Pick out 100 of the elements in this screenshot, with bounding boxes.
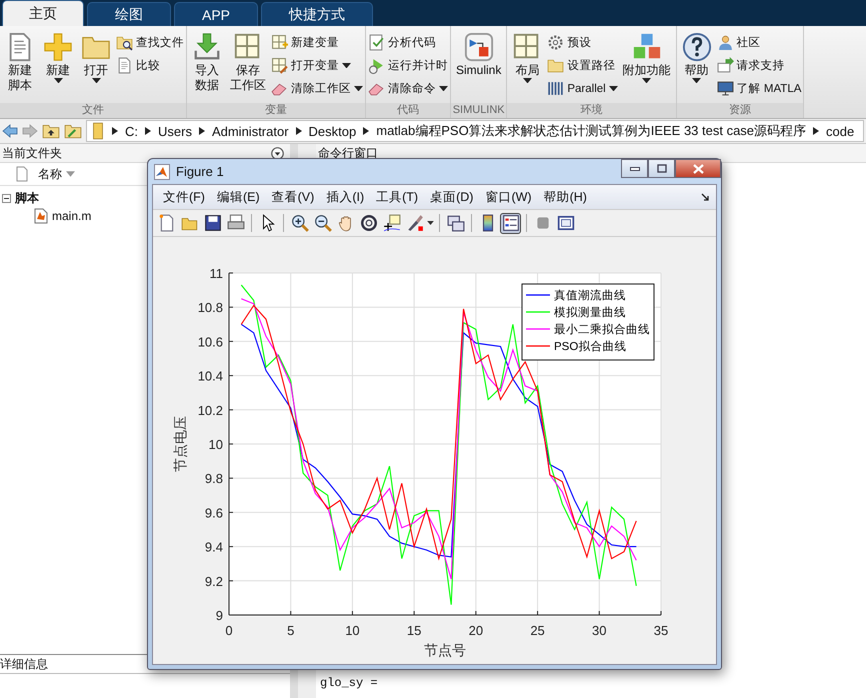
zoom-in-icon: [290, 214, 308, 232]
toolstrip-button[interactable]: 帮助: [678, 28, 715, 103]
toolstrip-button[interactable]: 布局: [509, 28, 546, 103]
file-item[interactable]: main.m: [52, 209, 92, 223]
chevron-icon: [145, 127, 151, 135]
new-document-icon: [158, 214, 176, 232]
toolbar-button[interactable]: [289, 212, 310, 234]
group-title: 资源: [676, 103, 804, 118]
menu-item[interactable]: 帮助(H): [538, 188, 593, 206]
chevron-icon: [363, 127, 370, 135]
path-segment[interactable]: Administrator: [212, 124, 289, 138]
toolstrip-button[interactable]: 清除命令: [368, 78, 448, 99]
dropdown-circle-icon[interactable]: [271, 146, 284, 160]
toolbar-button[interactable]: [312, 212, 333, 234]
caret-icon: [92, 78, 100, 84]
axis-title: 节点电压: [172, 416, 188, 472]
chevron-icon: [112, 127, 118, 135]
toolbar-button[interactable]: [500, 212, 521, 234]
toolstrip-tab[interactable]: 主页: [2, 0, 84, 26]
toolstrip-button[interactable]: 新建: [40, 28, 76, 103]
tick-label: 9: [216, 608, 223, 623]
path-segment[interactable]: Users: [158, 124, 192, 138]
toolstrip-button[interactable]: Parallel: [547, 78, 618, 99]
toolstrip-button[interactable]: 请求支持: [716, 55, 802, 76]
toolbar-button[interactable]: [202, 212, 223, 234]
path-segment[interactable]: code: [826, 124, 854, 138]
window-title: Figure 1: [176, 164, 224, 179]
tick-label: 10.4: [198, 368, 223, 384]
menu-item[interactable]: 文件(F): [157, 188, 211, 206]
printer-icon: [226, 214, 244, 232]
zoom-out-icon: [314, 214, 332, 232]
legend-label: 最小二乘拟合曲线: [554, 324, 650, 336]
toolstrip-button[interactable]: 附加功能: [620, 28, 674, 103]
chevron-icon: [296, 127, 302, 135]
tick-label: 30: [592, 623, 607, 638]
path-segment[interactable]: C:: [125, 124, 138, 138]
toolstrip-tab[interactable]: 绘图: [87, 2, 171, 26]
toolstrip-button[interactable]: 分析代码: [368, 32, 448, 53]
toolstrip-button[interactable]: 导入 数据: [189, 28, 225, 103]
menu-item[interactable]: 插入(I): [320, 188, 370, 206]
folder-search-icon: [116, 34, 133, 51]
download-arrow-icon: [192, 32, 222, 62]
menu-item[interactable]: 桌面(D): [424, 188, 480, 206]
caret-icon: [439, 86, 448, 92]
toolstrip-button[interactable]: 预设: [547, 32, 618, 53]
table-pencil-icon: [271, 57, 288, 74]
close-button[interactable]: [675, 159, 721, 178]
folder-up-icon[interactable]: [42, 123, 60, 139]
toolstrip-button[interactable]: 比较: [116, 55, 184, 76]
menu-item[interactable]: 查看(V): [266, 188, 320, 206]
toolstrip-button[interactable]: 运行并计时: [368, 55, 448, 76]
toolstrip-button[interactable]: 查找文件: [116, 32, 184, 53]
toolstrip-tab[interactable]: APP: [174, 2, 258, 26]
caret-icon: [354, 86, 363, 92]
envelope-arrow-icon: [716, 57, 734, 74]
person-icon: [716, 34, 734, 51]
checklist-icon: [368, 34, 385, 51]
file-icon: [16, 166, 28, 182]
toolstrip-button[interactable]: 了解 MATLA: [716, 78, 802, 99]
bars-icon: [547, 80, 564, 97]
tick-label: 10.8: [198, 300, 223, 316]
chevron-icon: [198, 127, 205, 135]
path-segment[interactable]: Desktop: [308, 124, 356, 138]
menu-item[interactable]: 窗口(W): [479, 188, 538, 206]
caret-icon[interactable]: [427, 221, 434, 225]
link-icon: [446, 214, 464, 232]
tick-label: 5: [287, 623, 294, 638]
toolstrip-tab[interactable]: 快捷方式: [261, 2, 373, 26]
dock-arrow-icon[interactable]: [701, 192, 710, 202]
path-segment[interactable]: matlab编程PSO算法来求解状态估计测试算例为IEEE 33 test case源码程序: [376, 122, 806, 140]
back-arrow-icon[interactable]: [2, 124, 18, 138]
chevron-icon: [813, 127, 820, 135]
column-header[interactable]: 名称: [38, 166, 75, 182]
toolstrip-button[interactable]: 新建 脚本: [2, 28, 38, 103]
table-plus-icon: [271, 34, 288, 51]
script-file-icon: [34, 208, 48, 224]
toolstrip-button[interactable]: 打开变量: [271, 55, 363, 76]
maximize-button[interactable]: [648, 159, 675, 178]
toolstrip-button[interactable]: 保存 工作区: [227, 28, 269, 103]
toolstrip-button[interactable]: 清除工作区: [271, 78, 363, 99]
toolstrip-button[interactable]: 打开: [78, 28, 114, 103]
path-field[interactable]: C: Users Administrator Desktop matlab编程PSO算法来求解状态估计测试算例为IEEE 33 test case源码程序 code: [86, 120, 864, 142]
minimize-button[interactable]: [621, 159, 648, 178]
toolbar-button[interactable]: [381, 212, 402, 234]
tree-folder[interactable]: 脚本: [15, 190, 39, 206]
toolstrip-button[interactable]: Simulink: [453, 28, 504, 103]
toolstrip-button[interactable]: 社区: [716, 32, 802, 53]
caret-icon: [642, 78, 652, 84]
toolbar-button[interactable]: [358, 212, 379, 234]
data-cursor-icon: [382, 214, 400, 232]
tick-label: 10.6: [198, 334, 223, 350]
toolstrip-button[interactable]: 设置路径: [547, 55, 618, 76]
collapse-box-icon[interactable]: [2, 194, 11, 202]
panel-title: 详细信息: [0, 656, 48, 672]
toolbar-button[interactable]: [445, 212, 466, 234]
tick-label: 20: [468, 623, 484, 638]
toolstrip-button[interactable]: 新建变量: [271, 32, 363, 53]
save-icon: [204, 214, 222, 232]
menu-item[interactable]: 工具(T): [370, 188, 424, 206]
menu-item[interactable]: 编辑(E): [210, 188, 266, 206]
